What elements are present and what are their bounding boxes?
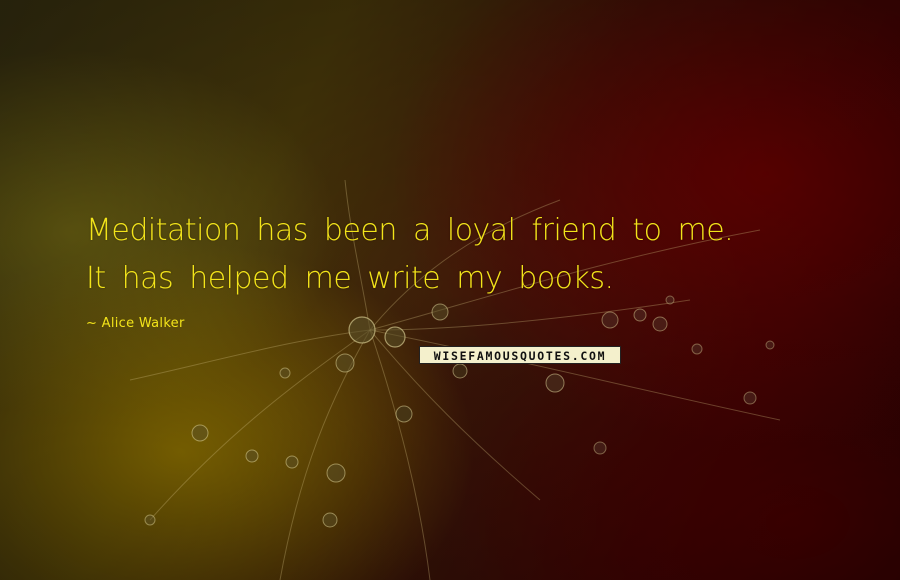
author-attribution: ~ Alice Walker — [86, 316, 185, 331]
quote-line-2: It has helped me write my books. — [86, 261, 614, 296]
quote-image: Meditation has been a loyal friend to me… — [0, 0, 900, 580]
quote-line-1: Meditation has been a loyal friend to me… — [86, 213, 734, 248]
site-watermark: WISEFAMOUSQUOTES.COM — [419, 346, 621, 364]
quote-text: Meditation has been a loyal friend to me… — [86, 207, 876, 303]
